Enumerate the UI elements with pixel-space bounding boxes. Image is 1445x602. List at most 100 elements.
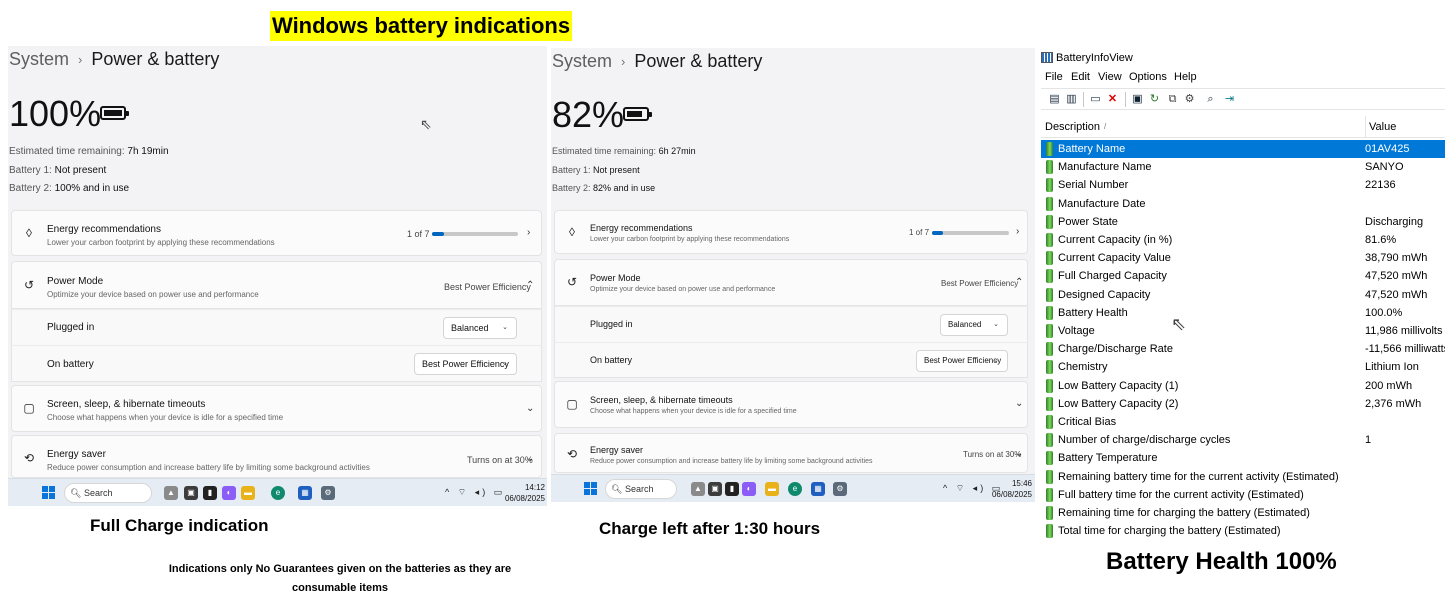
power-mode-card[interactable]: ↺ Power Mode Optimize your device based … <box>11 261 542 309</box>
taskbar-search-label: Search <box>83 488 113 498</box>
table-row[interactable]: Battery Name 01AV425 <box>1041 140 1445 159</box>
energy-recommendations-card[interactable]: ◊ Energy recommendations Lower your carb… <box>11 210 542 256</box>
table-row[interactable]: Total time for charging the battery (Est… <box>1041 522 1445 540</box>
table-row[interactable]: Serial Number 22136 <box>1041 176 1445 194</box>
on-battery-dropdown[interactable]: Best Power Efficiency ⌄ <box>916 350 1008 372</box>
find-icon[interactable]: ⌕ <box>1203 92 1218 107</box>
store-icon[interactable]: ▦ <box>811 482 825 496</box>
edge-browser-icon[interactable]: e <box>788 482 802 496</box>
power-mode-card[interactable]: ↺ Power Mode Optimize your device based … <box>554 259 1028 306</box>
table-row[interactable]: Manufacture Date <box>1041 195 1445 213</box>
table-row[interactable]: Chemistry Lithium Ion <box>1041 358 1445 376</box>
options-icon[interactable]: ⚙ <box>1182 92 1197 107</box>
battery-level-fill <box>104 110 122 116</box>
chevron-down-icon[interactable]: ⌄ <box>526 403 534 414</box>
table-row[interactable]: Low Battery Capacity (1) 200 mWh <box>1041 377 1445 395</box>
menu-view[interactable]: View <box>1098 68 1122 86</box>
row-description: Full battery time for the current activi… <box>1058 488 1304 501</box>
table-row[interactable]: Remaining time for charging the battery … <box>1041 504 1445 522</box>
table-row[interactable]: Current Capacity (in %) 81.6% <box>1041 231 1445 249</box>
html-report-icon[interactable]: ▭ <box>1088 92 1103 107</box>
toolbar-separator <box>1083 92 1084 107</box>
table-row[interactable]: Current Capacity Value 38,790 mWh <box>1041 249 1445 267</box>
on-battery-row: On battery Best Power Efficiency ⌄ <box>554 342 1028 378</box>
table-row[interactable]: Designed Capacity 47,520 mWh <box>1041 286 1445 304</box>
energy-saver-card[interactable]: ⟲ Energy saver Reduce power consumption … <box>11 435 542 478</box>
breadcrumb-system[interactable]: System <box>552 51 612 72</box>
table-row[interactable]: Battery Temperature <box>1041 449 1445 467</box>
widgets-icon[interactable]: ▲ <box>691 482 705 496</box>
windows-start-icon[interactable] <box>584 482 598 496</box>
screen-sleep-card[interactable]: ▢ Screen, sleep, & hibernate timeouts Ch… <box>554 381 1028 428</box>
copilot-icon[interactable]: ◐ <box>742 482 756 496</box>
taskbar-search[interactable]: 🔍︎ Search <box>64 483 152 503</box>
clock-time: 14:12 <box>524 483 545 492</box>
task-view-icon[interactable]: ▣ <box>708 482 722 496</box>
copilot-icon[interactable]: ◐ <box>222 486 236 500</box>
properties-icon[interactable]: ▤ <box>1047 92 1062 107</box>
chevron-up-icon[interactable]: ⌃ <box>526 280 534 291</box>
table-row[interactable]: Remaining battery time for the current a… <box>1041 468 1445 486</box>
file-icon[interactable]: ▮ <box>203 486 217 500</box>
table-row[interactable]: Power State Discharging <box>1041 213 1445 231</box>
windows-start-icon[interactable] <box>42 486 56 500</box>
on-battery-dropdown[interactable]: Best Power Efficiency ⌄ <box>414 353 517 375</box>
column-value[interactable]: Value <box>1365 116 1396 138</box>
chevron-right-icon: › <box>78 51 83 67</box>
taskbar-clock[interactable]: 14:12 06/08/2025 <box>498 482 545 504</box>
row-value: 38,790 mWh <box>1365 252 1428 265</box>
menu-options[interactable]: Options <box>1129 68 1167 86</box>
system-tray-icons[interactable]: ^ ⌔ ◂) ▭ <box>445 487 505 498</box>
table-row[interactable]: Full Charged Capacity 47,520 mWh <box>1041 267 1445 285</box>
copy-icon[interactable]: ▥ <box>1064 92 1079 107</box>
table-row[interactable]: Low Battery Capacity (2) 2,376 mWh <box>1041 395 1445 413</box>
breadcrumb-system[interactable]: System <box>9 49 69 70</box>
battery-icon <box>1046 415 1053 429</box>
task-view-icon[interactable]: ▣ <box>184 486 198 500</box>
taskbar: 🔍︎ Search ▲ ▣ ▮ ◐ ▬ e ▦ ⚙ ^ ⌔ ◂) ▭ 14:12… <box>8 478 547 506</box>
menu-file[interactable]: File <box>1045 68 1063 86</box>
refresh-icon[interactable]: ↻ <box>1147 92 1162 107</box>
settings-gear-icon[interactable]: ⚙ <box>321 486 335 500</box>
edge-browser-icon[interactable]: e <box>271 486 285 500</box>
table-row[interactable]: Critical Bias <box>1041 413 1445 431</box>
menu-edit[interactable]: Edit <box>1071 68 1090 86</box>
plugged-in-dropdown[interactable]: Balanced ⌄ <box>940 314 1008 336</box>
column-description[interactable]: Description <box>1045 116 1100 138</box>
copy-clipboard-icon[interactable]: ⧉ <box>1165 92 1180 107</box>
file-explorer-icon[interactable]: ▬ <box>241 486 255 500</box>
mouse-cursor-icon: ⇖ <box>1171 314 1187 334</box>
file-icon[interactable]: ▮ <box>725 482 739 496</box>
save-icon[interactable]: ▣ <box>1130 92 1145 107</box>
chevron-down-icon[interactable]: ⌄ <box>526 453 534 464</box>
table-row[interactable]: Number of charge/discharge cycles 1 <box>1041 431 1445 449</box>
energy-saver-card[interactable]: ⟲ Energy saver Reduce power consumption … <box>554 433 1028 473</box>
widgets-icon[interactable]: ▲ <box>164 486 178 500</box>
table-row[interactable]: Voltage 11,986 millivolts <box>1041 322 1445 340</box>
table-row[interactable]: Manufacture Name SANYO <box>1041 158 1445 176</box>
menu-help[interactable]: Help <box>1174 68 1197 86</box>
page-title: Power & battery <box>634 50 763 71</box>
taskbar-clock[interactable]: 15:46 06/08/2025 <box>988 478 1032 500</box>
settings-gear-icon[interactable]: ⚙ <box>833 482 847 496</box>
taskbar-search[interactable]: 🔍︎ Search <box>605 479 677 499</box>
energy-recommendations-card[interactable]: ◊ Energy recommendations Lower your carb… <box>554 210 1028 254</box>
row-description: Voltage <box>1058 325 1095 337</box>
table-row[interactable]: Charge/Discharge Rate -11,566 milliwatts <box>1041 340 1445 358</box>
screen-icon: ▢ <box>566 397 578 411</box>
chevron-up-icon[interactable]: ⌃ <box>1015 277 1023 288</box>
screen-sleep-card[interactable]: ▢ Screen, sleep, & hibernate timeouts Ch… <box>11 385 542 432</box>
file-explorer-icon[interactable]: ▬ <box>765 482 779 496</box>
chevron-down-icon[interactable]: ⌄ <box>1015 448 1023 459</box>
store-icon[interactable]: ▦ <box>298 486 312 500</box>
row-description: Current Capacity (in %) <box>1058 234 1173 246</box>
plugged-in-dropdown[interactable]: Balanced ⌄ <box>443 317 517 339</box>
battery-icon <box>1046 524 1053 539</box>
table-row[interactable]: Battery Health 100.0% <box>1041 304 1445 322</box>
screen-sleep-title: Screen, sleep, & hibernate timeouts <box>590 395 733 405</box>
exit-icon[interactable]: ⇥ <box>1222 92 1237 107</box>
row-description: Power State <box>1058 215 1118 228</box>
delete-icon[interactable]: ✕ <box>1105 92 1120 107</box>
table-row[interactable]: Full battery time for the current activi… <box>1041 486 1445 504</box>
chevron-down-icon[interactable]: ⌄ <box>1015 398 1023 409</box>
